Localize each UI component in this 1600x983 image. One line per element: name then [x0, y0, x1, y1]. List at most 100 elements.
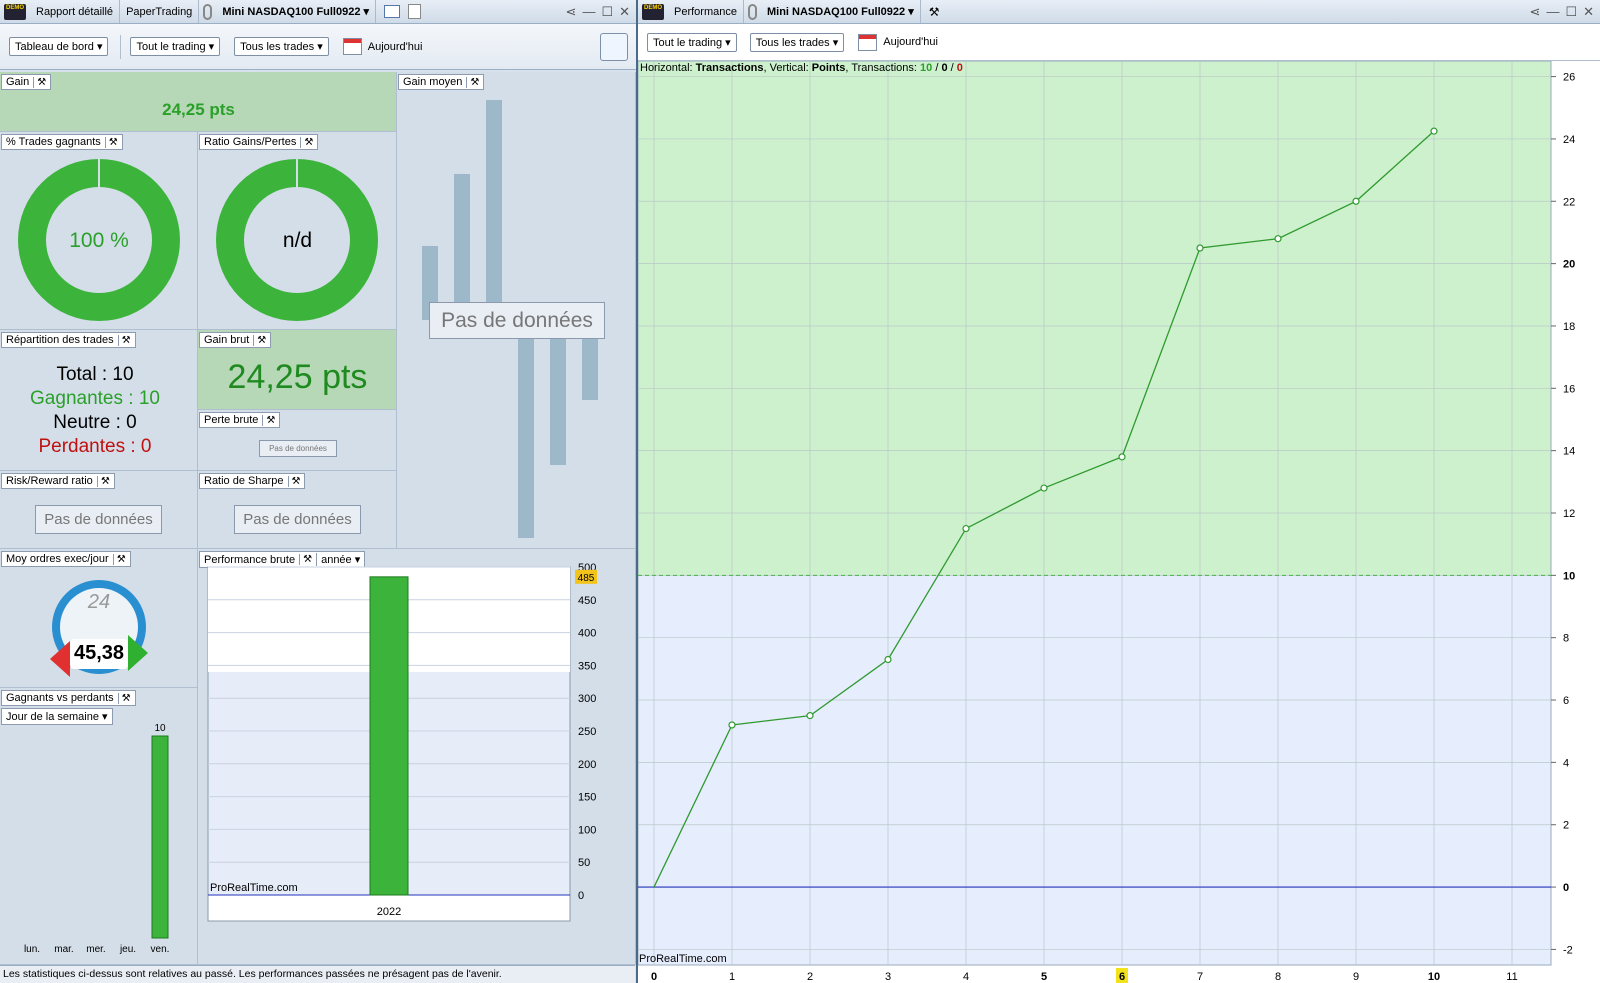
- x-tick-label: 1: [729, 971, 735, 983]
- trades-dropdown[interactable]: Tous les trades: [749, 32, 845, 52]
- gain-brut-value: 24,25 pts: [227, 358, 368, 396]
- panel-title[interactable]: Ratio Gains/Pertes ⚒: [199, 134, 319, 150]
- perf-brute-chart: 0501001502002503003504004505002022485Pro…: [207, 562, 597, 922]
- equity-point: [1118, 453, 1126, 461]
- scope-dropdown[interactable]: Tout le trading: [130, 37, 221, 56]
- wrench-icon[interactable]: ⚒: [287, 475, 300, 487]
- tab-rapport[interactable]: Rapport détaillé: [30, 0, 121, 23]
- x-tick-label: 2022: [377, 906, 401, 918]
- panel-title[interactable]: Gain ⚒: [1, 74, 52, 90]
- x-tick-label: 11: [1506, 971, 1517, 983]
- panel-title[interactable]: Gain brut ⚒: [199, 332, 272, 348]
- date-label[interactable]: Aujourd'hui: [368, 41, 423, 53]
- right-titlebar: DEMO Performance Mini NASDAQ100 Full0922…: [638, 0, 1600, 24]
- gauge-dial-label: 24: [87, 591, 111, 613]
- wrench-icon[interactable]: ⚒: [300, 136, 313, 148]
- winners-losers-chart: lun. mar. mer. jeu. 10 ven.: [24, 723, 170, 955]
- app-root: DEMO Rapport détaillé PaperTrading Mini …: [0, 0, 1600, 983]
- demo-badge-icon: DEMO: [642, 3, 664, 20]
- y-tick-label: 4: [1563, 757, 1569, 769]
- panel-title[interactable]: Gain moyen ⚒: [398, 74, 485, 90]
- value-marker-label: 485: [578, 573, 595, 584]
- panel-title[interactable]: Répartition des trades ⚒: [1, 332, 136, 348]
- y-tick-label: 22: [1563, 196, 1575, 208]
- y-tick-label: 450: [578, 595, 596, 607]
- wrench-icon[interactable]: ⚒: [96, 475, 110, 487]
- chart-icon[interactable]: [384, 5, 401, 18]
- trades-dropdown[interactable]: Tous les trades: [234, 37, 329, 56]
- maximize-icon[interactable]: ☐: [1565, 4, 1577, 20]
- minimize-icon[interactable]: —: [582, 4, 595, 19]
- x-tick-label: 8: [1275, 971, 1281, 983]
- watermark: ProRealTime.com: [210, 882, 298, 894]
- date-label[interactable]: Aujourd'hui: [883, 36, 938, 48]
- avg-gain-nodata: Pas de données: [429, 302, 605, 339]
- disclaimer-status: Les statistiques ci-dessus sont relative…: [0, 965, 635, 983]
- avg-gain-ghost-bar: [550, 338, 566, 465]
- wrench-icon[interactable]: ⚒: [33, 76, 46, 88]
- share-icon[interactable]: ⋖: [566, 4, 577, 20]
- calendar-icon[interactable]: [342, 38, 362, 55]
- copy-icon[interactable]: [408, 4, 422, 19]
- wrench-icon[interactable]: ⚒: [112, 553, 126, 565]
- panel-gain-brut: Gain brut ⚒ 24,25 pts: [198, 330, 397, 410]
- y-tick-label: 8: [1563, 633, 1569, 645]
- instrument-selector[interactable]: Mini NASDAQ100 Full0922 ▾: [761, 0, 921, 23]
- base-zone: [638, 575, 1551, 965]
- equity-point: [1352, 197, 1360, 205]
- x-tick-label: 0: [651, 971, 657, 983]
- close-icon[interactable]: ✕: [1583, 4, 1594, 20]
- y-tick-label: 0: [1563, 882, 1569, 894]
- wrench-icon[interactable]: ⚒: [117, 334, 131, 346]
- close-icon[interactable]: ✕: [619, 4, 630, 20]
- link-icon[interactable]: [203, 3, 213, 20]
- scope-dropdown[interactable]: Tout le trading: [647, 32, 737, 52]
- y-tick-label: 300: [578, 693, 596, 705]
- wrench-icon[interactable]: ⚒: [929, 5, 940, 19]
- performance-title: Performance: [668, 0, 744, 23]
- minimize-icon[interactable]: —: [1546, 4, 1559, 19]
- panel-title[interactable]: % Trades gagnants ⚒: [1, 134, 123, 150]
- wrench-icon[interactable]: ⚒: [466, 76, 479, 88]
- total-count: Total : 10: [56, 364, 134, 385]
- wrench-icon[interactable]: ⚒: [104, 136, 118, 148]
- panel-title[interactable]: Risk/Reward ratio ⚒: [1, 473, 115, 489]
- calendar-icon[interactable]: [858, 33, 878, 51]
- y-tick-label: 20: [1563, 259, 1575, 271]
- panel-risk-reward: Risk/Reward ratio ⚒ Pas de données: [0, 471, 198, 549]
- link-icon[interactable]: [747, 3, 757, 20]
- y-tick-label: 250: [578, 726, 596, 738]
- x-tick-label: 3: [885, 971, 891, 983]
- x-tick-label: 2: [807, 971, 813, 983]
- instrument-selector[interactable]: Mini NASDAQ100 Full0922 ▾: [216, 0, 377, 23]
- neutral-count: Neutre : 0: [53, 412, 137, 433]
- avg-gain-ghost-bar: [454, 174, 470, 320]
- bar-2022: [369, 576, 409, 896]
- weekday-label: ven.: [151, 944, 170, 955]
- avg-gain-ghost-bar: [518, 338, 534, 538]
- share-icon[interactable]: ⋖: [1530, 4, 1541, 20]
- win-pct-value: 100 %: [69, 229, 129, 252]
- panel-title[interactable]: Ratio de Sharpe ⚒: [199, 473, 306, 489]
- panel-repartition: Répartition des trades ⚒ Total : 10 Gagna…: [0, 330, 198, 471]
- y-tick-label: 26: [1563, 72, 1575, 84]
- maximize-icon[interactable]: ☐: [601, 4, 613, 20]
- y-tick-label: 6: [1563, 695, 1569, 707]
- panel-title[interactable]: Perte brute ⚒: [199, 412, 281, 428]
- demo-badge-icon: DEMO: [4, 3, 26, 20]
- dashboard-dropdown[interactable]: Tableau de bord: [9, 37, 109, 56]
- y-tick-label: 400: [578, 628, 596, 640]
- equity-point: [962, 524, 970, 533]
- panel-title[interactable]: Moy ordres exec/jour ⚒: [1, 551, 131, 567]
- dashboard-settings-icon[interactable]: [600, 32, 628, 61]
- x-tick-label: 5: [1041, 971, 1047, 983]
- wrench-icon[interactable]: ⚒: [253, 334, 266, 346]
- tab-account[interactable]: PaperTrading: [120, 0, 200, 23]
- gain-value: 24,25 pts: [162, 100, 235, 119]
- avg-gain-ghost-bar: [582, 338, 598, 400]
- watermark: ProRealTime.com: [639, 953, 727, 965]
- panel-sharpe: Ratio de Sharpe ⚒ Pas de données: [198, 471, 397, 549]
- wrench-icon[interactable]: ⚒: [262, 414, 275, 426]
- x-tick-label: 9: [1353, 971, 1359, 983]
- weekday-bar: [151, 735, 169, 939]
